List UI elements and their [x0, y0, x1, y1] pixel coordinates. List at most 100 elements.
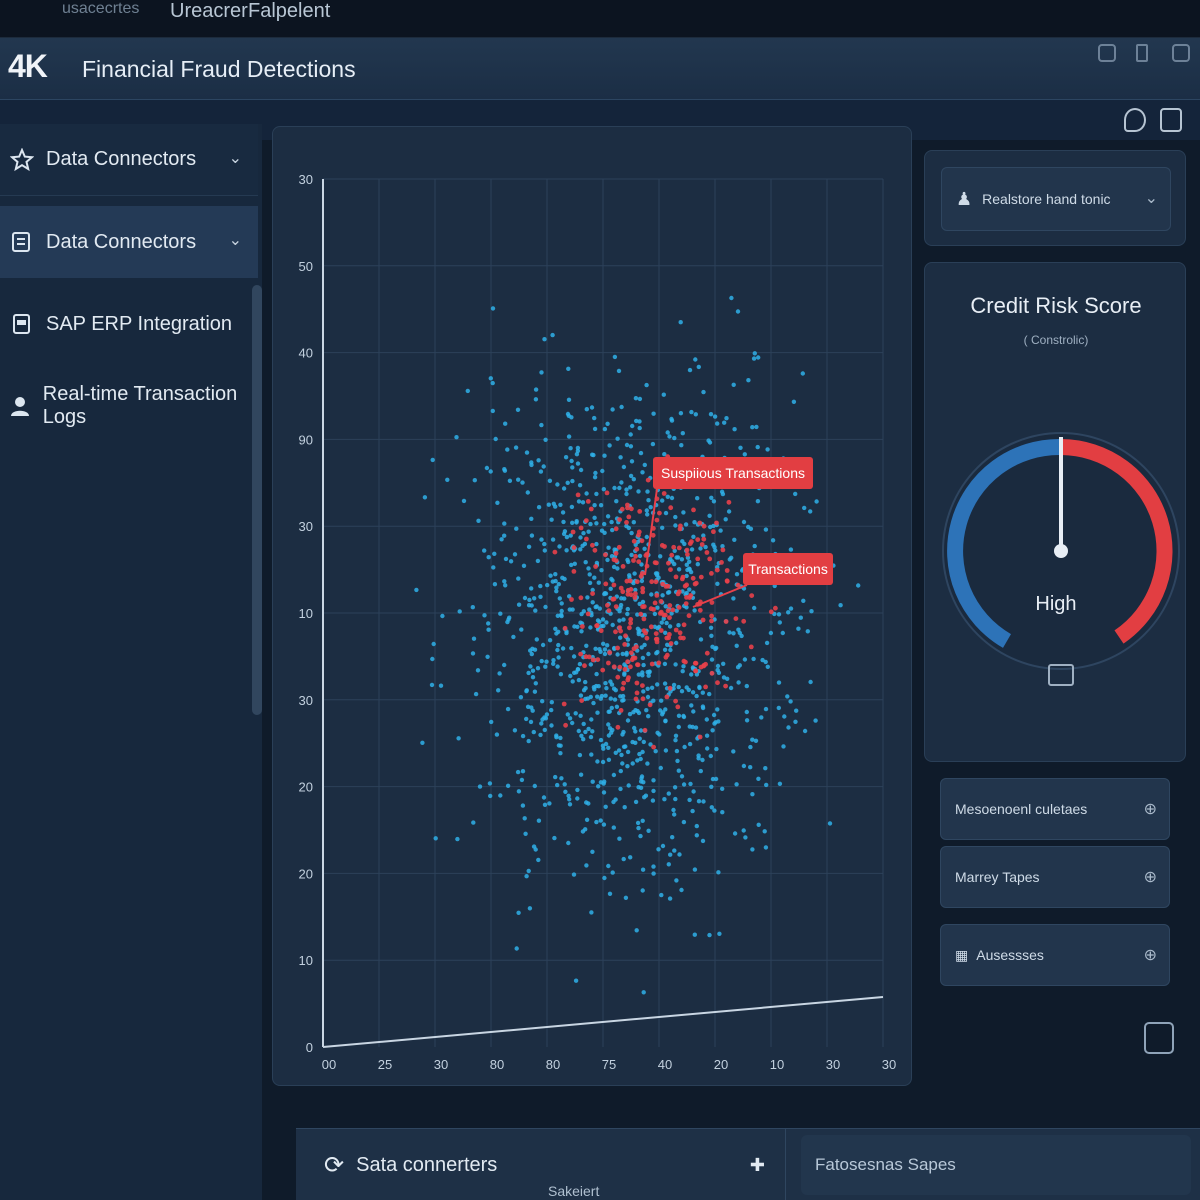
- blue-point: [712, 414, 718, 419]
- blue-point: [512, 552, 518, 557]
- blue-point: [676, 713, 682, 718]
- red-point: [695, 537, 701, 542]
- red-point: [562, 625, 568, 631]
- blue-point: [609, 519, 614, 525]
- red-point: [605, 602, 610, 608]
- blue-point: [591, 452, 596, 458]
- red-point: [720, 547, 726, 553]
- blue-point: [621, 856, 626, 862]
- blue-point: [607, 891, 613, 896]
- red-point: [709, 613, 714, 619]
- red-point: [701, 523, 707, 529]
- red-point: [695, 556, 701, 562]
- sidebar-item-sap-erp[interactable]: SAP ERP Integration: [0, 288, 258, 360]
- blue-point: [642, 546, 647, 551]
- blue-point: [566, 434, 572, 439]
- sidebar-item-data-connectors[interactable]: Data Connectors ⌄: [0, 124, 258, 196]
- blue-point: [642, 462, 647, 468]
- blue-point: [609, 705, 614, 711]
- red-point: [698, 574, 704, 580]
- blue-point: [553, 572, 558, 577]
- blue-point: [629, 552, 634, 558]
- blue-point: [495, 500, 500, 505]
- blue-point: [651, 871, 656, 876]
- blue-point: [574, 452, 580, 457]
- blue-point: [600, 759, 606, 765]
- blue-point: [492, 582, 498, 587]
- red-point: [667, 632, 672, 637]
- blue-point: [475, 668, 481, 673]
- red-point: [641, 604, 647, 609]
- blue-point: [689, 409, 694, 415]
- data-source-dropdown[interactable]: ♟ Realstore hand tonic ⌄: [941, 167, 1171, 231]
- blue-point: [600, 743, 606, 748]
- panel-icon[interactable]: [1160, 108, 1182, 132]
- bottom-right-button[interactable]: Fatosesnas Sapes: [801, 1135, 1191, 1195]
- red-point: [613, 551, 619, 556]
- red-point: [633, 696, 639, 702]
- blue-point: [553, 578, 558, 584]
- sidebar-item-data-connectors-2[interactable]: Data Connectors ⌄: [0, 206, 258, 278]
- red-point: [683, 601, 689, 606]
- blue-point: [706, 438, 711, 443]
- blue-point: [741, 763, 747, 769]
- blue-point: [583, 560, 588, 565]
- blue-point: [764, 640, 770, 646]
- blue-point: [658, 765, 663, 771]
- blue-point: [838, 603, 843, 608]
- red-point: [623, 633, 628, 639]
- export-icon[interactable]: [1144, 1022, 1174, 1054]
- settings-icon[interactable]: [1098, 44, 1116, 62]
- tab-1[interactable]: usacecrtes: [62, 0, 139, 18]
- red-point: [636, 559, 642, 564]
- blue-point: [673, 738, 678, 743]
- marrey-tapes-button[interactable]: Marrey Tapes ⊕: [940, 846, 1170, 908]
- blue-point: [562, 529, 568, 534]
- blue-point: [560, 646, 566, 651]
- blue-point: [753, 738, 759, 743]
- blue-point: [524, 450, 530, 455]
- blue-point: [578, 535, 583, 540]
- red-point: [648, 624, 654, 630]
- scatter-chart[interactable]: 30 50 40 90 30 10 30 20 20 10 0 00 25 30 80 80 75 40 20 10…: [273, 127, 913, 1087]
- blue-point: [612, 485, 617, 491]
- blue-point: [687, 559, 692, 564]
- sidebar-item-transaction-logs[interactable]: Real-time Transaction Logs: [0, 370, 258, 442]
- blue-point: [562, 782, 567, 787]
- plus-icon[interactable]: ✚: [750, 1155, 765, 1176]
- blue-point: [660, 843, 666, 849]
- blue-point: [600, 617, 606, 622]
- blue-point: [690, 690, 696, 695]
- filter-icon[interactable]: [1136, 44, 1148, 62]
- blue-point: [639, 776, 644, 781]
- red-point: [628, 592, 634, 598]
- tab-3[interactable]: Falpelent: [248, 0, 330, 23]
- window-icon[interactable]: [1172, 44, 1190, 62]
- blue-point: [579, 629, 584, 634]
- blue-point: [752, 351, 757, 356]
- chevron-down-icon[interactable]: ⌄: [229, 230, 242, 250]
- tab-2[interactable]: Ureacrer: [170, 0, 248, 23]
- red-point: [571, 569, 577, 574]
- bottom-data-connectors[interactable]: ⟳ Sata connerters ✚: [296, 1129, 786, 1200]
- chevron-down-icon[interactable]: ⌄: [229, 148, 242, 168]
- x-tick-label: 75: [602, 1057, 616, 1072]
- blue-point: [539, 658, 544, 664]
- blue-point: [748, 526, 754, 531]
- blue-point: [576, 677, 582, 683]
- blue-point: [617, 618, 622, 623]
- blue-point: [575, 667, 581, 672]
- pin-icon[interactable]: [1124, 108, 1146, 132]
- blue-point: [581, 531, 586, 536]
- blue-point: [538, 469, 544, 474]
- blue-point: [746, 378, 751, 383]
- blue-point: [642, 642, 647, 648]
- ausessses-button[interactable]: ▦ Ausessses ⊕: [940, 924, 1170, 986]
- mesoenoenl-button[interactable]: Mesoenoenl culetaes ⊕: [940, 778, 1170, 840]
- blue-point: [574, 519, 579, 524]
- blue-point: [660, 712, 665, 717]
- blue-point: [584, 817, 590, 822]
- sidebar-scrollbar[interactable]: [252, 285, 262, 715]
- blue-point: [486, 627, 491, 632]
- gauge-hub: [1054, 544, 1068, 558]
